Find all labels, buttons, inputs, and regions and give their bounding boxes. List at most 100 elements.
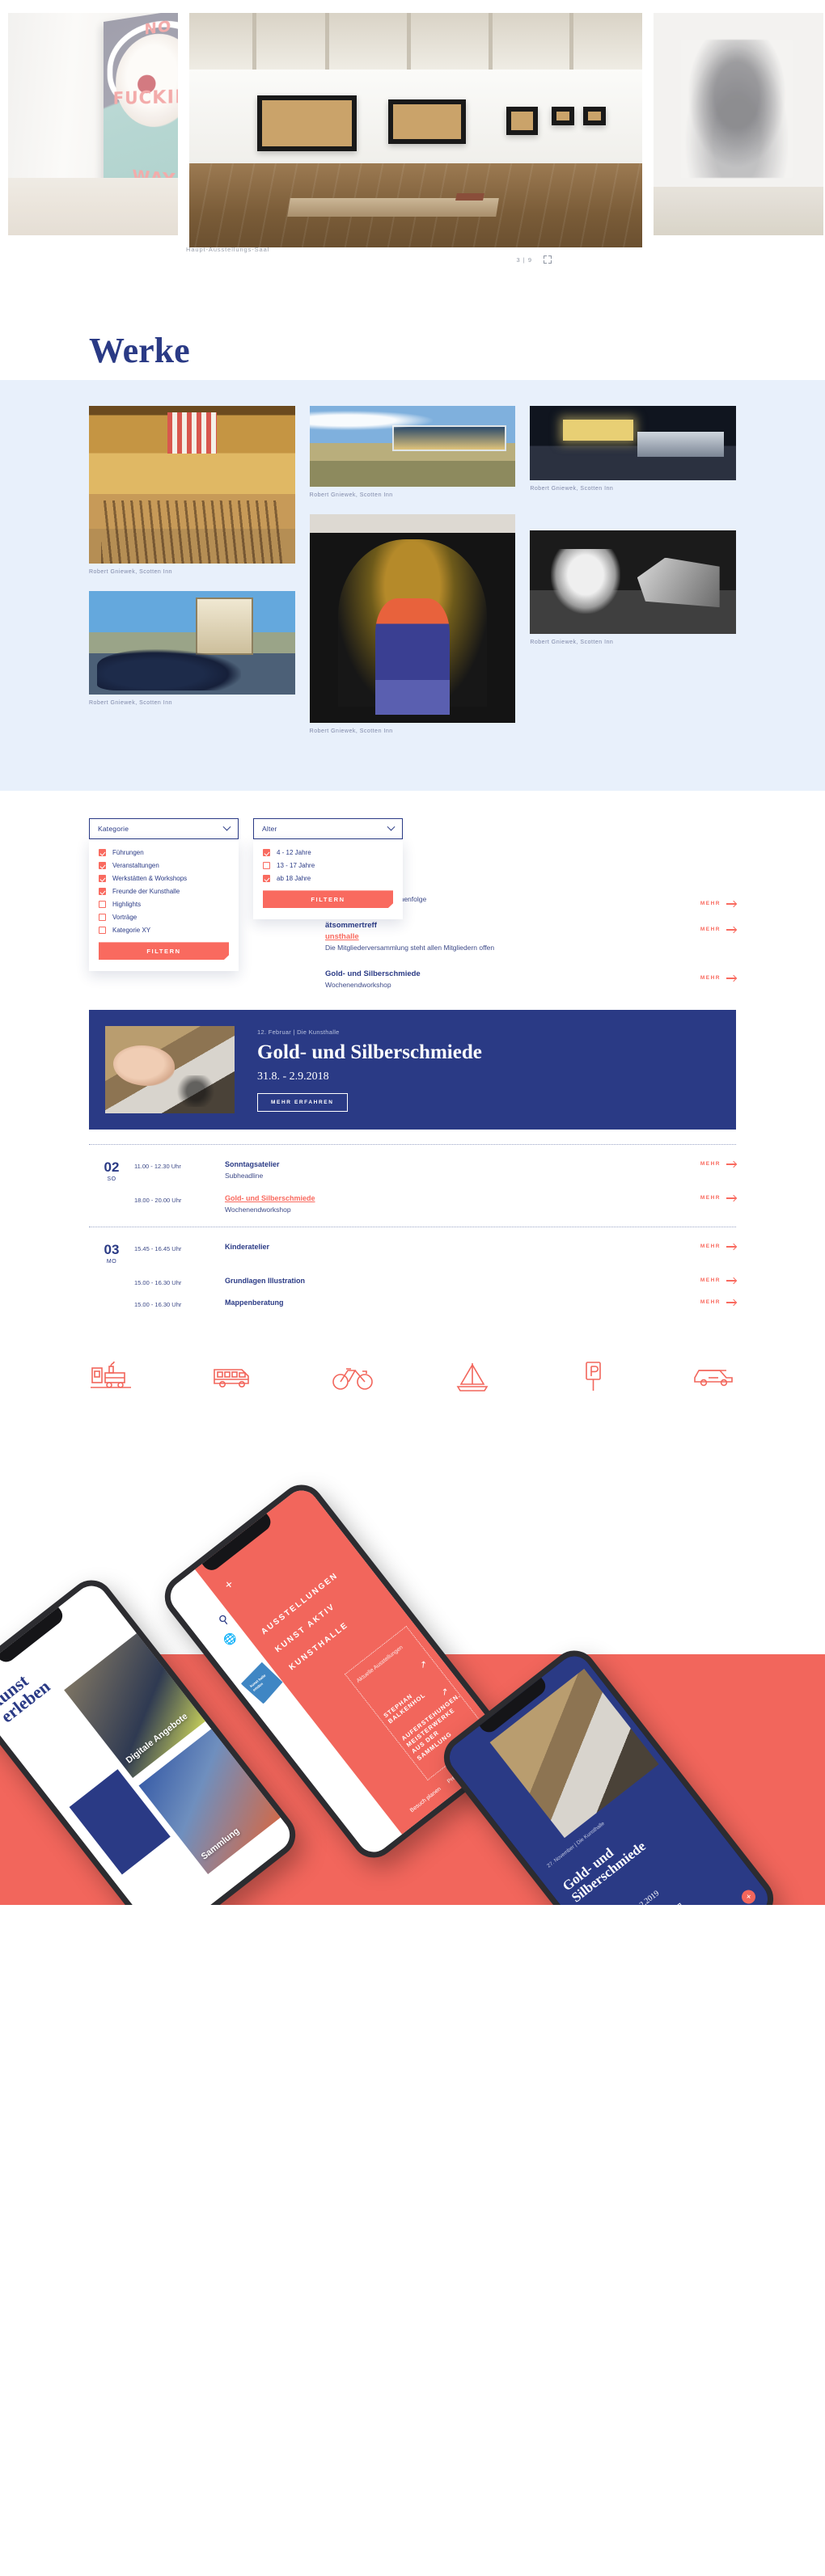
event-subtitle: Wochenendworkshop	[325, 981, 391, 990]
schedule-event-time: 15.00 - 16.30 Uhr	[134, 1301, 182, 1309]
category-option[interactable]: Highlights	[99, 901, 229, 909]
carousel-slide-next[interactable]	[654, 13, 823, 235]
category-select-header[interactable]: Kategorie	[89, 818, 239, 840]
schedule-event-title[interactable]: Gold- und Silberschmiede	[225, 1194, 736, 1202]
werke-item-caption: Robert Gniewek, Scotten Inn	[530, 486, 614, 492]
category-option-label: Veranstaltungen	[112, 862, 159, 870]
schedule-event-row[interactable]: 18.00 - 20.00 Uhr Gold- und Silberschmie…	[89, 1190, 736, 1222]
hall-beam	[406, 13, 411, 70]
parking-sign-icon[interactable]	[570, 1360, 616, 1392]
schedule-more-label: MEHR	[700, 1244, 721, 1250]
category-option[interactable]: Führungen	[99, 849, 229, 857]
schedule-event-title[interactable]: Grundlagen Illustration	[225, 1277, 736, 1285]
schedule-more-link[interactable]: MEHR	[700, 1299, 736, 1306]
checkbox[interactable]	[99, 888, 106, 896]
exhibition-button[interactable]: ZUR AUSSTELLUNG	[615, 1902, 690, 1906]
poster-text-line3: WAY!	[132, 166, 178, 191]
category-option[interactable]: Vorträge	[99, 914, 229, 922]
events-section: Kategorie Führungen Veranstaltungen Werk…	[0, 791, 825, 1322]
event-more-link[interactable]: MEHR	[700, 974, 736, 982]
expand-icon[interactable]	[544, 255, 552, 264]
bus-icon[interactable]	[209, 1360, 255, 1392]
checkbox[interactable]	[99, 914, 106, 922]
phone-mockups-section: + ⚲ 🌐 kunst halle emden AUSSTELLUNGEN KU…	[0, 1420, 825, 1906]
bicycle-icon[interactable]	[330, 1360, 375, 1392]
werke-item[interactable]: Robert Gniewek, Scotten Inn	[89, 406, 295, 575]
category-option[interactable]: Werkstätten & Workshops	[99, 875, 229, 883]
werke-column-1: Robert Gniewek, Scotten Inn Robert Gniew…	[89, 406, 295, 722]
globe-icon[interactable]: 🌐	[222, 1631, 240, 1649]
age-select-label: Alter	[262, 825, 277, 834]
category-filter-button[interactable]: FILTERN	[99, 942, 229, 961]
schedule-event-time: 11.00 - 12.30 Uhr	[134, 1163, 181, 1171]
category-option[interactable]: Veranstaltungen	[99, 862, 229, 870]
filter-age[interactable]: Alter 4 - 12 Jahre 13 - 17 Jahre ab 18 J…	[253, 818, 403, 971]
checkbox[interactable]	[263, 875, 270, 883]
schedule-more-link[interactable]: MEHR	[700, 1243, 736, 1250]
schedule-more-link[interactable]: MEHR	[700, 1160, 736, 1168]
car-icon[interactable]	[691, 1360, 736, 1392]
werke-section: Werke Robert Gniewek, Scotten Inn Robert…	[0, 298, 825, 792]
checkbox[interactable]	[99, 927, 106, 935]
portrait-artwork	[680, 40, 793, 178]
schedule-more-link[interactable]: MEHR	[700, 1194, 736, 1201]
werke-item-caption: Robert Gniewek, Scotten Inn	[309, 728, 393, 735]
featured-event-banner[interactable]: 12. Februar | Die Kunsthalle Gold- und S…	[89, 1010, 736, 1130]
age-option-label: 4 - 12 Jahre	[277, 849, 311, 857]
hall-painting	[583, 107, 607, 126]
schedule-event-row[interactable]: 15.00 - 16.30 Uhr Grundlagen Illustratio…	[89, 1273, 736, 1294]
schedule-day: 02 SO 11.00 - 12.30 Uhr Sonntagsatelier …	[89, 1144, 736, 1227]
carousel-counter: 3 | 9	[516, 255, 532, 264]
checkbox[interactable]	[263, 849, 270, 857]
sculpture-blob	[10, 184, 34, 205]
category-option[interactable]: Kategorie XY	[99, 927, 229, 935]
werke-grid: Robert Gniewek, Scotten Inn Robert Gniew…	[89, 380, 736, 750]
schedule-event-row[interactable]: 02 SO 11.00 - 12.30 Uhr Sonntagsatelier …	[89, 1156, 736, 1190]
werke-item[interactable]: Robert Gniewek, Scotten Inn	[309, 514, 516, 735]
checkbox[interactable]	[99, 849, 106, 857]
train-icon[interactable]	[89, 1360, 134, 1392]
schedule-event-title[interactable]: Sonntagsatelier	[225, 1160, 736, 1168]
hall-book	[455, 193, 484, 201]
schedule-event-title[interactable]: Mappenberatung	[225, 1299, 736, 1307]
hall-ceiling	[189, 13, 642, 70]
arrow-up-right-icon[interactable]: ↗	[438, 1686, 451, 1699]
artwork-no-fucking-way: NO FUCKING WAY!	[8, 13, 178, 235]
carousel-slide-prev[interactable]: NO FUCKING WAY!	[8, 13, 178, 235]
schedule-more-label: MEHR	[700, 1277, 721, 1284]
werke-item[interactable]: Robert Gniewek, Scotten Inn	[530, 530, 736, 645]
category-option[interactable]: Freunde der Kunsthalle	[99, 888, 229, 896]
schedule-day-number: 02 SO	[89, 1160, 134, 1182]
arrow-right-icon	[726, 1243, 736, 1250]
werke-item[interactable]: Robert Gniewek, Scotten Inn	[89, 591, 295, 706]
werke-item[interactable]: Robert Gniewek, Scotten Inn	[309, 406, 516, 498]
age-option[interactable]: 4 - 12 Jahre	[263, 849, 393, 857]
schedule-event-row[interactable]: 15.00 - 16.30 Uhr Mappenberatung MEHR	[89, 1294, 736, 1316]
plus-icon[interactable]: +	[738, 1887, 759, 1906]
age-option[interactable]: ab 18 Jahre	[263, 875, 393, 883]
checkbox[interactable]	[99, 875, 106, 883]
age-select-header[interactable]: Alter	[253, 818, 403, 840]
checkbox[interactable]	[99, 901, 106, 909]
day-number: 03	[104, 1242, 120, 1258]
arrow-up-right-icon[interactable]: ↗	[417, 1658, 429, 1671]
schedule-event-row[interactable]: 03 MO 15.45 - 16.45 Uhr Kinderatelier ME…	[89, 1239, 736, 1273]
age-option[interactable]: 13 - 17 Jahre	[263, 862, 393, 870]
carousel-slide-current[interactable]	[189, 13, 642, 247]
schedule-more-link[interactable]: MEHR	[700, 1277, 736, 1284]
werke-item-caption: Robert Gniewek, Scotten Inn	[89, 700, 172, 707]
featured-event-body: 12. Februar | Die Kunsthalle Gold- und S…	[257, 1028, 720, 1112]
event-texts: Gold- und Silberschmiede Wochenendworksh…	[89, 969, 736, 989]
checkbox[interactable]	[263, 862, 270, 870]
filter-category[interactable]: Kategorie Führungen Veranstaltungen Werk…	[89, 818, 239, 972]
gallery-carousel[interactable]: NO FUCKING WAY! Haupt-Ausstellungs-Saal …	[0, 0, 825, 275]
age-options-panel: 4 - 12 Jahre 13 - 17 Jahre ab 18 Jahre F…	[253, 839, 403, 920]
checkbox[interactable]	[99, 862, 106, 870]
hall-painting	[257, 95, 358, 152]
featured-event-button[interactable]: MEHR ERFAHREN	[257, 1092, 348, 1112]
schedule-event-time: 15.45 - 16.45 Uhr	[134, 1245, 182, 1253]
werke-item[interactable]: Robert Gniewek, Scotten Inn	[530, 406, 736, 492]
schedule-event-title[interactable]: Kinderatelier	[225, 1243, 736, 1251]
sailboat-icon[interactable]	[450, 1360, 495, 1392]
age-filter-button[interactable]: FILTERN	[263, 890, 393, 909]
